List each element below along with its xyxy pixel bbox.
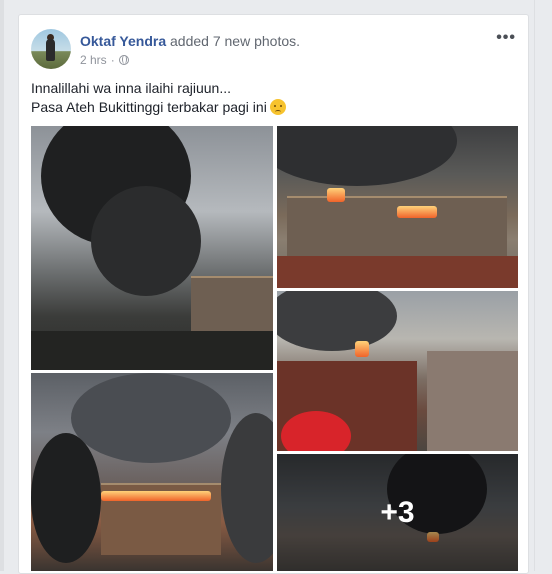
post-action-text: added 7 new photos. — [170, 33, 301, 49]
post-card: Oktaf Yendra added 7 new photos. 2 hrs ·… — [18, 14, 529, 574]
street-shape — [31, 331, 273, 370]
photo-2[interactable] — [277, 126, 518, 288]
smoke-plume — [91, 186, 201, 296]
post-caption: Innalillahi wa inna ilaihi rajiuun... Pa… — [31, 79, 286, 117]
building-shape — [287, 196, 507, 258]
fire-shape — [327, 188, 345, 202]
globe-icon[interactable] — [118, 55, 129, 65]
smoke-plume — [71, 373, 231, 463]
more-photos-overlay[interactable]: +3 — [277, 454, 518, 571]
photo-1[interactable] — [31, 126, 273, 370]
post-meta: 2 hrs · — [80, 53, 129, 67]
roof-shape — [277, 256, 518, 288]
author-name-link[interactable]: Oktaf Yendra — [80, 33, 166, 49]
photo-3[interactable] — [277, 291, 518, 451]
post-timestamp[interactable]: 2 hrs — [80, 53, 107, 67]
smoke-plume — [277, 126, 457, 186]
post-header: Oktaf Yendra added 7 new photos. — [80, 33, 300, 49]
person-head-shape — [31, 433, 101, 563]
photo-5[interactable]: +3 — [277, 454, 518, 571]
smoke-plume — [277, 291, 397, 351]
fire-shape — [355, 341, 369, 357]
more-photos-count: +3 — [380, 495, 415, 529]
fire-shape — [397, 206, 437, 218]
page-left-edge — [0, 0, 4, 571]
photo-4[interactable] — [31, 373, 273, 571]
caption-line-1: Innalillahi wa inna ilaihi rajiuun... — [31, 80, 232, 96]
page-scrollbar-gutter[interactable] — [534, 0, 552, 571]
building-shape — [191, 276, 273, 338]
caption-line-2: Pasa Ateh Bukittinggi terbakar pagi ini — [31, 99, 267, 115]
crowd-shape — [427, 351, 518, 451]
helmet-shape — [221, 413, 273, 563]
author-avatar[interactable] — [31, 29, 71, 69]
caption-line-2-wrap: Pasa Ateh Bukittinggi terbakar pagi ini — [31, 98, 286, 117]
sad-face-emoji-icon — [269, 99, 286, 115]
more-options-icon[interactable]: ••• — [496, 29, 516, 47]
fire-shape — [101, 491, 211, 501]
meta-separator: · — [110, 53, 115, 67]
avatar-figure-body — [46, 39, 55, 61]
